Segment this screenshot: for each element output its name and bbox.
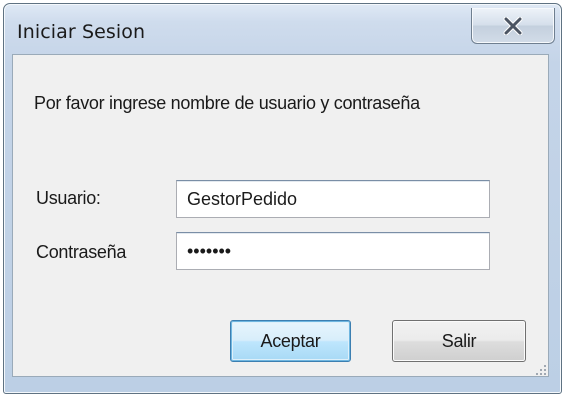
resize-grip-icon[interactable] (535, 364, 547, 376)
password-field[interactable] (176, 232, 490, 270)
username-label: Usuario: (36, 188, 101, 208)
login-prompt: Por favor ingrese nombre de usuario y co… (34, 93, 420, 113)
password-label: Contraseña (36, 242, 127, 262)
close-icon (503, 16, 523, 35)
exit-button[interactable]: Salir (392, 320, 526, 362)
close-button[interactable] (471, 8, 555, 44)
accept-button[interactable]: Aceptar (230, 320, 351, 362)
username-field[interactable] (176, 180, 490, 218)
window-title: Iniciar Sesion (17, 21, 146, 43)
